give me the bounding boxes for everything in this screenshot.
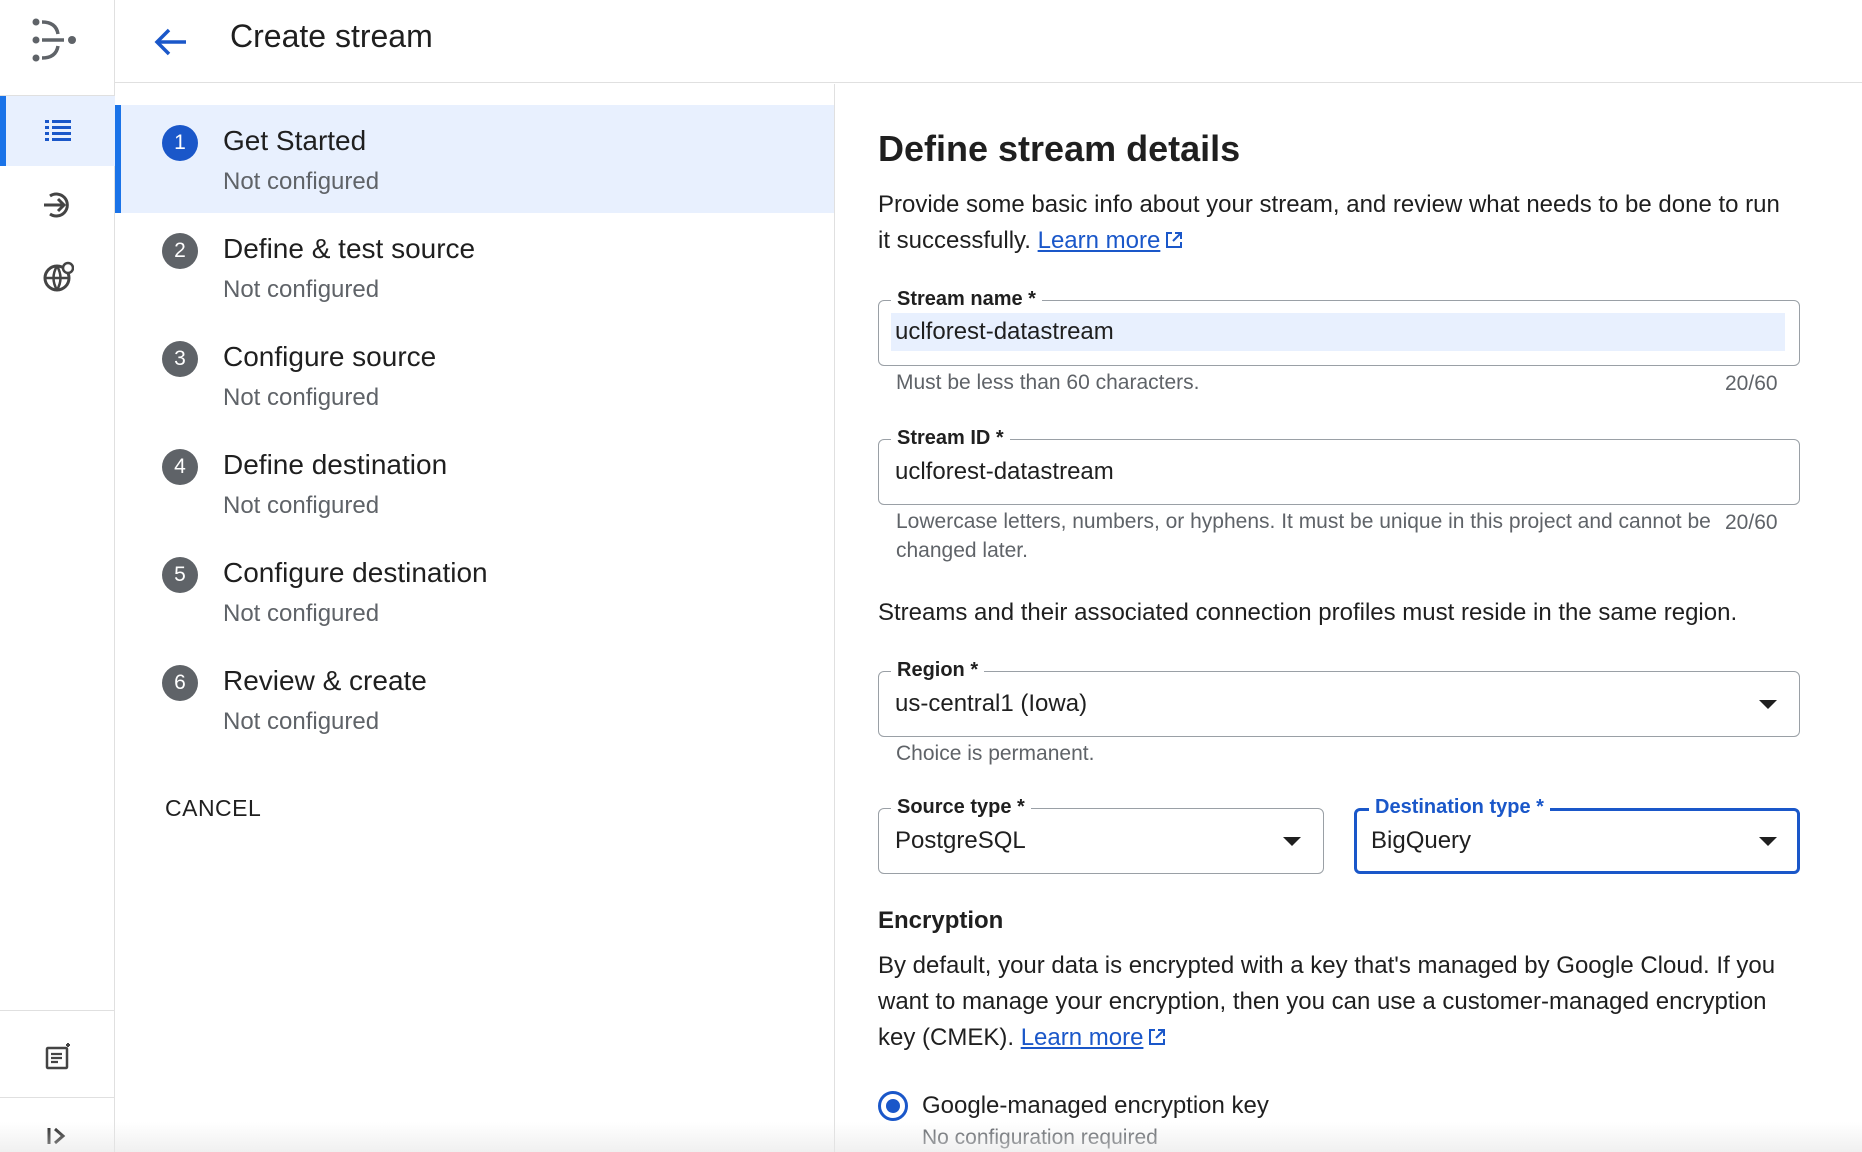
rail-release-notes-button[interactable] bbox=[0, 1022, 115, 1092]
learn-more-link[interactable]: Learn more bbox=[1038, 227, 1161, 254]
stream-id-label: Stream ID * bbox=[891, 424, 1010, 452]
chevron-down-icon bbox=[1759, 837, 1777, 846]
stream-details-form: Define stream details Provide some basic… bbox=[836, 84, 1862, 1152]
step-title: Review & create bbox=[223, 665, 427, 696]
region-note: Streams and their associated connection … bbox=[878, 599, 1738, 626]
step-title: Define & test source bbox=[223, 233, 476, 264]
step-number: 4 bbox=[162, 449, 198, 485]
step-title: Define destination bbox=[223, 449, 448, 480]
region-label: Region * bbox=[891, 656, 985, 684]
step-title: Get Started bbox=[223, 125, 367, 156]
rail-expand-button[interactable] bbox=[0, 1108, 115, 1152]
list-icon bbox=[44, 120, 71, 141]
rail-bottom-divider-2 bbox=[0, 1097, 115, 1098]
stream-id-hint: Lowercase letters, numbers, or hyphens. … bbox=[896, 510, 1711, 562]
intro-text: Provide some basic info about your strea… bbox=[878, 191, 1780, 254]
step-number: 2 bbox=[162, 233, 198, 269]
external-link-icon bbox=[1166, 232, 1183, 248]
source-type-value: PostgreSQL bbox=[895, 827, 1026, 854]
datastream-logo-icon[interactable] bbox=[28, 12, 88, 72]
region-select[interactable]: Region * us-central1 (Iowa) bbox=[878, 656, 1800, 737]
back-button[interactable] bbox=[145, 16, 197, 68]
section-title: Define stream details bbox=[878, 128, 1241, 169]
step-status: Not configured bbox=[223, 600, 380, 627]
page-header: Create stream bbox=[115, 0, 1862, 83]
step-status: Not configured bbox=[223, 168, 380, 195]
stream-name-value[interactable]: uclforest-datastream bbox=[895, 318, 1114, 346]
page-title: Create stream bbox=[230, 18, 433, 54]
stream-name-selection: uclforest-datastream bbox=[891, 313, 1785, 351]
encryption-learn-more-text: Learn more bbox=[1020, 1024, 1144, 1051]
step-define-destination[interactable]: 4 Define destination Not configured bbox=[115, 429, 834, 537]
step-number: 1 bbox=[162, 125, 198, 161]
encryption-text: By default, your data is encrypted with … bbox=[878, 952, 1776, 1051]
stream-name-label: Stream name * bbox=[891, 285, 1042, 313]
step-configure-source[interactable]: 3 Configure source Not configured bbox=[115, 321, 834, 429]
radio-selected-dot bbox=[886, 1099, 900, 1113]
step-get-started[interactable]: 1 Get Started Not configured bbox=[115, 105, 834, 213]
step-define-test-source[interactable]: 2 Define & test source Not configured bbox=[115, 213, 834, 321]
arrow-back-icon bbox=[154, 28, 186, 56]
encryption-heading: Encryption bbox=[878, 907, 1004, 934]
google-managed-key-label[interactable]: Google-managed encryption key bbox=[922, 1092, 1269, 1120]
step-review-create[interactable]: 6 Review & create Not configured bbox=[115, 645, 834, 753]
chevron-down-icon bbox=[1283, 837, 1301, 846]
google-managed-key-radio[interactable] bbox=[878, 1091, 908, 1121]
stream-icon bbox=[43, 192, 69, 218]
left-rail bbox=[0, 0, 115, 1152]
chevron-down-icon bbox=[1759, 700, 1777, 709]
step-configure-destination[interactable]: 5 Configure destination Not configured bbox=[115, 537, 834, 645]
rail-connection-profiles-button[interactable] bbox=[0, 170, 115, 240]
step-number: 3 bbox=[162, 341, 198, 377]
release-notes-icon bbox=[45, 1043, 70, 1070]
stream-name-hint: Must be less than 60 characters. bbox=[896, 371, 1200, 394]
cancel-button[interactable]: CANCEL bbox=[165, 795, 261, 822]
stream-id-field[interactable]: Stream ID * uclforest-datastream bbox=[878, 424, 1800, 505]
rail-private-connectivity-button[interactable] bbox=[0, 242, 115, 312]
step-title: Configure destination bbox=[223, 557, 488, 588]
encryption-learn-more-link[interactable]: Learn more bbox=[1021, 1024, 1144, 1051]
encryption-paragraph: By default, your data is encrypted with … bbox=[878, 948, 1808, 1056]
step-title: Configure source bbox=[223, 341, 437, 372]
stream-id-counter: 20/60 bbox=[1725, 511, 1778, 534]
step-number: 6 bbox=[162, 665, 198, 701]
app-root: Create stream 1 Get Started Not configur… bbox=[0, 0, 1862, 1152]
step-number: 5 bbox=[162, 557, 198, 593]
source-type-label: Source type * bbox=[891, 793, 1031, 821]
external-link-icon bbox=[1149, 1029, 1166, 1045]
step-status: Not configured bbox=[223, 276, 380, 303]
destination-type-select[interactable]: Destination type * BigQuery bbox=[1354, 793, 1800, 874]
step-status: Not configured bbox=[223, 492, 380, 519]
source-type-select[interactable]: Source type * PostgreSQL bbox=[878, 793, 1324, 874]
globe-settings-icon bbox=[43, 261, 74, 292]
destination-type-value: BigQuery bbox=[1371, 827, 1472, 854]
stream-id-value[interactable]: uclforest-datastream bbox=[895, 458, 1114, 486]
step-status: Not configured bbox=[223, 384, 380, 411]
region-value: us-central1 (Iowa) bbox=[895, 690, 1088, 717]
rail-streams-button[interactable] bbox=[0, 96, 115, 166]
expand-rail-icon bbox=[47, 1127, 65, 1145]
destination-type-label: Destination type * bbox=[1369, 793, 1550, 821]
step-status: Not configured bbox=[223, 708, 380, 735]
stream-name-counter: 20/60 bbox=[1725, 372, 1778, 395]
rail-bottom-divider bbox=[0, 1010, 115, 1011]
learn-more-text: Learn more bbox=[1037, 227, 1161, 254]
region-hint: Choice is permanent. bbox=[896, 742, 1095, 765]
google-managed-key-sub: No configuration required bbox=[922, 1126, 1158, 1149]
intro-paragraph: Provide some basic info about your strea… bbox=[878, 187, 1798, 259]
stepper: 1 Get Started Not configured 2 Define & … bbox=[115, 84, 835, 1152]
stream-name-field[interactable]: Stream name * uclforest-datastream bbox=[878, 285, 1800, 366]
